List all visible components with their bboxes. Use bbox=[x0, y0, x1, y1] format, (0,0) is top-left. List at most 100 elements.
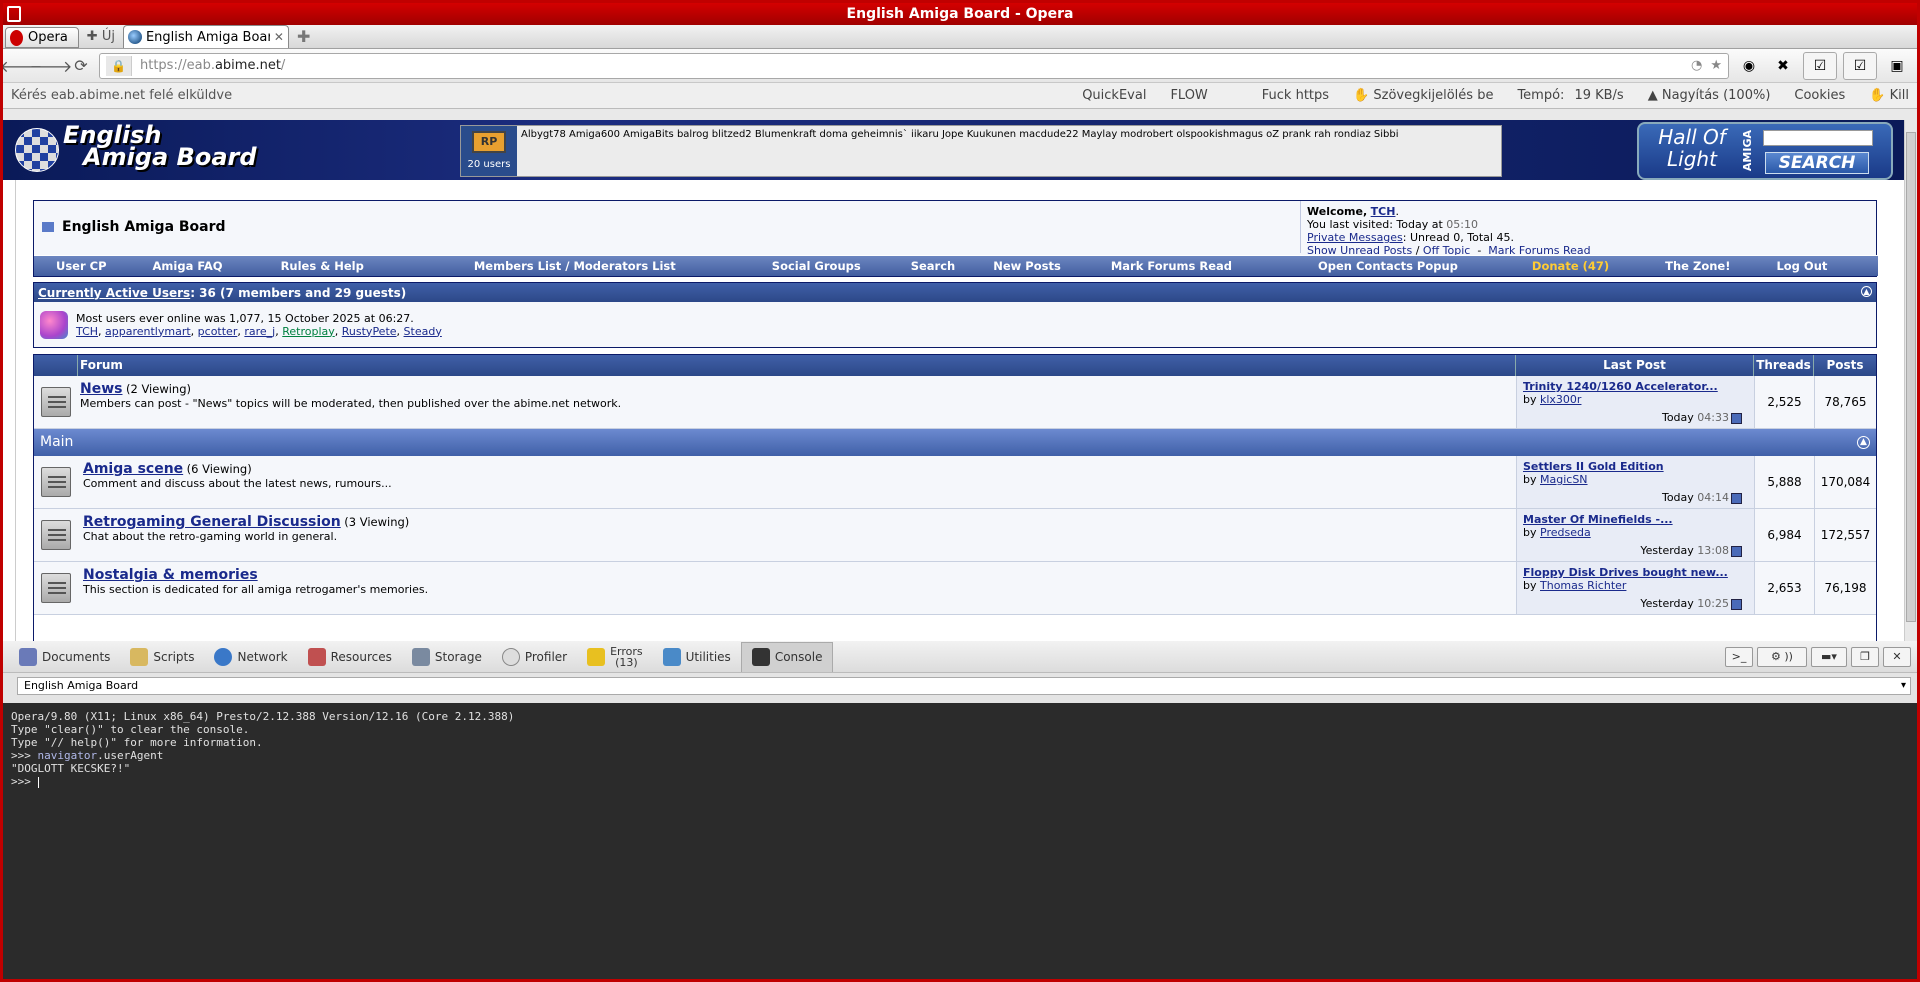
profiler-stopwatch-icon bbox=[501, 647, 520, 666]
command-line-icon[interactable]: >_ bbox=[1725, 646, 1753, 667]
context-select[interactable]: English Amiga Board bbox=[17, 677, 1911, 695]
last-post-link[interactable]: Floppy Disk Drives bought new... bbox=[1523, 566, 1748, 579]
quickeval-button[interactable]: QuickEval bbox=[1082, 88, 1146, 103]
last-post-user[interactable]: Thomas Richter bbox=[1540, 579, 1626, 592]
last-post-user[interactable]: MagicSN bbox=[1540, 473, 1588, 486]
extension-icon[interactable]: ◉ bbox=[1735, 52, 1763, 80]
settings-gear-icon[interactable]: ⚙ )) bbox=[1757, 646, 1807, 667]
username-link[interactable]: TCH bbox=[1371, 205, 1396, 218]
flow-button[interactable]: FLOW bbox=[1170, 88, 1207, 103]
zoom-control[interactable]: ▲ Nagyítás (100%) bbox=[1648, 88, 1771, 103]
add-tab-icon[interactable]: ✚ bbox=[291, 26, 316, 48]
tab-console[interactable]: Console bbox=[740, 641, 834, 672]
go-to-last-post-icon[interactable] bbox=[1731, 492, 1742, 504]
collapse-category-icon[interactable]: ▲ bbox=[1857, 436, 1870, 449]
hol-search-button[interactable]: SEARCH bbox=[1765, 152, 1869, 174]
page-scrollbar[interactable] bbox=[1904, 120, 1917, 641]
tab-resources[interactable]: Resources bbox=[298, 642, 402, 672]
active-user-link[interactable]: Retroplay bbox=[282, 325, 335, 338]
category-title[interactable]: Main bbox=[40, 434, 73, 450]
nav-donate[interactable]: Donate (47) bbox=[1532, 259, 1609, 273]
detach-icon[interactable]: ❐ bbox=[1851, 646, 1879, 667]
hol-title[interactable]: Hall Of Light bbox=[1647, 126, 1737, 170]
last-post-user[interactable]: klx300r bbox=[1540, 393, 1581, 406]
tab-scripts[interactable]: Scripts bbox=[120, 642, 204, 672]
eab-logo[interactable]: English Amiga Board bbox=[15, 123, 315, 176]
nav-open-contacts-popup[interactable]: Open Contacts Popup bbox=[1318, 259, 1458, 273]
tab-storage[interactable]: Storage bbox=[402, 642, 492, 672]
console-input-line[interactable]: >>> bbox=[11, 775, 1909, 788]
errors-count: (13) bbox=[615, 655, 638, 669]
go-to-last-post-icon[interactable] bbox=[1731, 412, 1742, 424]
tab-bar: Opera ✚ Új English Amiga Board ✕ ✚ bbox=[3, 25, 1917, 49]
tab-utilities[interactable]: Utilities bbox=[653, 642, 741, 672]
utilities-icon bbox=[662, 647, 681, 666]
active-users-link[interactable]: Currently Active Users bbox=[38, 286, 190, 300]
opera-menu-button[interactable]: Opera bbox=[5, 27, 79, 48]
lock-icon[interactable]: 🔒 bbox=[106, 55, 132, 76]
address-bar[interactable]: 🔒 https://eab.abime.net/ ◔ ★ bbox=[99, 52, 1729, 79]
active-user-link[interactable]: pcotter bbox=[198, 325, 238, 338]
collapse-icon[interactable]: ▲ bbox=[1861, 286, 1872, 297]
forum-link[interactable]: News bbox=[80, 381, 122, 397]
checkbox-toggle-2-icon[interactable]: ☑ bbox=[1843, 51, 1877, 80]
nav-social-groups[interactable]: Social Groups bbox=[772, 259, 861, 273]
nav-new-posts[interactable]: New Posts bbox=[993, 259, 1061, 273]
board-title[interactable]: English Amiga Board bbox=[62, 219, 226, 235]
forum-link[interactable]: Amiga scene bbox=[83, 461, 183, 477]
nav-search[interactable]: Search bbox=[911, 259, 956, 273]
tab-documents[interactable]: Documents bbox=[9, 642, 120, 672]
by-label: by bbox=[1523, 473, 1537, 486]
url-text[interactable]: https://eab.abime.net/ bbox=[140, 58, 1683, 73]
last-post-user[interactable]: Predseda bbox=[1540, 526, 1591, 539]
nav-amiga-faq[interactable]: Amiga FAQ bbox=[153, 259, 223, 273]
nav-the-zone[interactable]: The Zone! bbox=[1665, 259, 1730, 273]
active-user-link[interactable]: RustyPete bbox=[342, 325, 397, 338]
dragonfly-devtools: Documents Scripts Network Resources Stor… bbox=[3, 641, 1917, 979]
last-post-link[interactable]: Trinity 1240/1260 Accelerator... bbox=[1523, 380, 1748, 393]
cookies-button[interactable]: Cookies bbox=[1794, 88, 1845, 103]
close-devtools-icon[interactable]: ✕ bbox=[1883, 646, 1911, 667]
image-menu-icon[interactable]: ▣ bbox=[1883, 52, 1911, 80]
tab-network[interactable]: Network bbox=[204, 642, 297, 672]
tab-profiler[interactable]: Profiler bbox=[492, 642, 577, 672]
text-select-toggle[interactable]: ✋ Szövegkijelölés be bbox=[1353, 88, 1493, 103]
last-post-link[interactable]: Settlers II Gold Edition bbox=[1523, 460, 1748, 473]
https-button[interactable]: Fuck https bbox=[1262, 88, 1329, 103]
hol-search-input[interactable] bbox=[1763, 130, 1873, 146]
active-user-link[interactable]: apparentlymart bbox=[105, 325, 191, 338]
bookmark-star-icon[interactable]: ★ bbox=[1710, 58, 1722, 73]
block-icon[interactable]: ✖ bbox=[1769, 52, 1797, 80]
forum-link[interactable]: Retrogaming General Discussion bbox=[83, 514, 341, 530]
active-user-link[interactable]: TCH bbox=[76, 325, 98, 338]
tab-english-amiga-board[interactable]: English Amiga Board ✕ bbox=[122, 25, 289, 48]
forum-content: English Amiga Board Welcome, TCH. You la… bbox=[15, 180, 1891, 641]
tab-label: Profiler bbox=[524, 649, 568, 664]
scrollbar-thumb[interactable] bbox=[1906, 132, 1916, 622]
forward-icon[interactable]: 🡒 bbox=[30, 54, 73, 78]
active-user-link[interactable]: rare_j bbox=[244, 325, 275, 338]
tab-errors[interactable]: Errors (13) bbox=[577, 642, 653, 672]
window-mode-icon[interactable]: ▬▾ bbox=[1811, 646, 1847, 667]
close-tab-icon[interactable]: ✕ bbox=[274, 30, 284, 44]
window-menu-icon[interactable] bbox=[7, 6, 21, 22]
nav-log-out[interactable]: Log Out bbox=[1776, 259, 1827, 273]
active-user-link[interactable]: Steady bbox=[404, 325, 442, 338]
forum-row: Retrogaming General Discussion (3 Viewin… bbox=[34, 509, 1876, 562]
console-output[interactable]: Opera/9.80 (X11; Linux x86_64) Presto/2.… bbox=[3, 703, 1917, 979]
go-to-last-post-icon[interactable] bbox=[1731, 598, 1742, 610]
private-messages-link[interactable]: Private Messages bbox=[1307, 231, 1403, 244]
last-post-link[interactable]: Master Of Minefields -... bbox=[1523, 513, 1748, 526]
kill-button[interactable]: ✋ Kill bbox=[1869, 88, 1909, 103]
go-to-last-post-icon[interactable] bbox=[1731, 545, 1742, 557]
viewing-count: (2 Viewing) bbox=[125, 382, 192, 396]
reload-icon[interactable]: ⟳ bbox=[69, 54, 93, 78]
nav-members-list[interactable]: Members List / Moderators List bbox=[474, 259, 676, 273]
forum-link[interactable]: Nostalgia & memories bbox=[83, 567, 258, 583]
rss-icon[interactable]: ◔ bbox=[1691, 58, 1702, 73]
checkbox-toggle-icon[interactable]: ☑ bbox=[1803, 51, 1837, 80]
nav-rules-help[interactable]: Rules & Help bbox=[281, 259, 364, 273]
nav-mark-forums-read[interactable]: Mark Forums Read bbox=[1111, 259, 1232, 273]
new-tab-menu-button[interactable]: ✚ Új bbox=[81, 27, 121, 48]
nav-user-cp[interactable]: User CP bbox=[56, 259, 107, 273]
